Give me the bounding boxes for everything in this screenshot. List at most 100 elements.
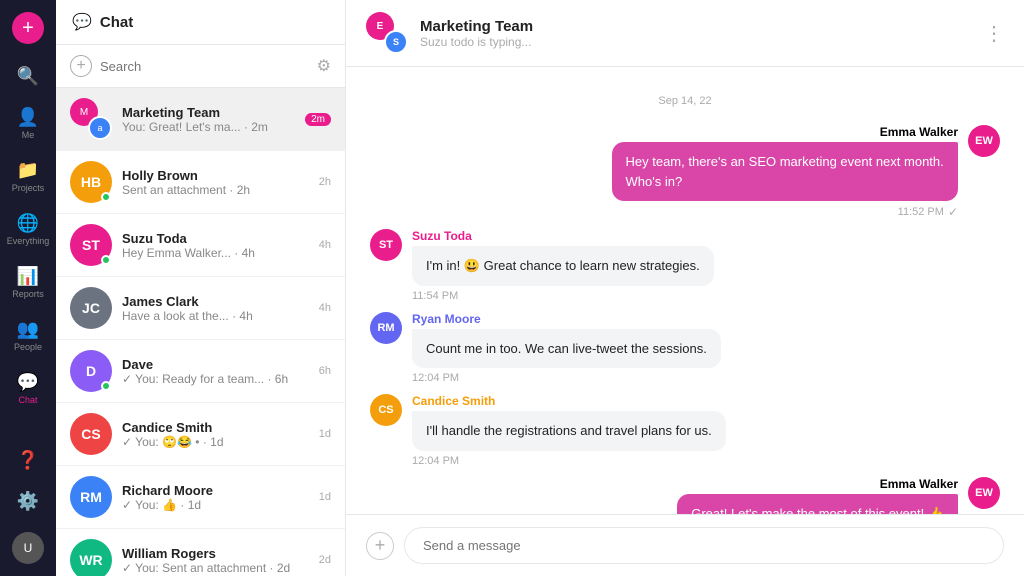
message-time: 12:04 PM — [412, 455, 726, 467]
chat-info: Candice Smith ✓ You: 🙄😂 • · 1d — [122, 420, 309, 449]
new-chat-button[interactable]: + — [70, 55, 92, 77]
chat-meta: 2d — [319, 554, 331, 566]
sidebar-title-text: Chat — [100, 14, 133, 31]
chat-header-info: Marketing Team Suzu todo is typing... — [420, 18, 972, 49]
chat-name: Candice Smith — [122, 420, 309, 435]
chat-list-item[interactable]: JC James Clark Have a look at the... · 4… — [56, 277, 345, 340]
attach-button[interactable]: + — [366, 532, 394, 560]
message-bubble: I'm in! 😃 Great chance to learn new stra… — [412, 246, 714, 286]
chat-preview: Hey Emma Walker... · 4h — [122, 246, 309, 260]
chat-name: William Rogers — [122, 546, 309, 561]
chat-preview: Have a look at the... · 4h — [122, 309, 309, 323]
chat-list-item[interactable]: RM Richard Moore ✓ You: 👍 · 1d 1d — [56, 466, 345, 529]
everything-icon: 🌐 — [17, 213, 39, 234]
chat-meta: 1d — [319, 428, 331, 440]
message-content: Suzu Toda I'm in! 😃 Great chance to lear… — [412, 229, 714, 302]
chat-name: James Clark — [122, 294, 309, 309]
nav-item-help[interactable]: ❓ — [12, 442, 44, 479]
more-options-button[interactable]: ⋮ — [984, 21, 1004, 46]
date-divider: Sep 14, 22 — [370, 95, 1000, 107]
chat-list: M a Marketing Team You: Great! Let's ma.… — [56, 88, 345, 576]
message-input-area: + — [346, 514, 1024, 576]
chat-preview: Sent an attachment · 2h — [122, 183, 309, 197]
nav-item-me[interactable]: 👤 Me — [0, 99, 56, 148]
nav-item-reports[interactable]: 📊 Reports — [0, 258, 56, 307]
chat-header-status: Suzu todo is typing... — [420, 35, 972, 49]
nav-people-label: People — [14, 342, 42, 352]
chat-meta: 4h — [319, 302, 331, 314]
search-bar: + ⚙ — [56, 45, 345, 88]
message-row: EW Emma Walker Hey team, there's an SEO … — [370, 125, 1000, 219]
message-time: 11:54 PM — [412, 290, 714, 302]
chat-info: Richard Moore ✓ You: 👍 · 1d — [122, 483, 309, 512]
message-avatar: RM — [370, 312, 402, 344]
message-bubble: Hey team, there's an SEO marketing event… — [612, 142, 959, 201]
chat-bubble-icon: 💬 — [72, 12, 92, 32]
chat-list-item[interactable]: CS Candice Smith ✓ You: 🙄😂 • · 1d 1d — [56, 403, 345, 466]
read-check-icon: ✓ — [948, 205, 958, 219]
chat-info: Marketing Team You: Great! Let's ma... ·… — [122, 105, 295, 134]
chat-preview: ✓ You: Ready for a team... · 6h — [122, 372, 309, 386]
nav-reports-label: Reports — [12, 289, 44, 299]
chat-meta: 4h — [319, 239, 331, 251]
people-icon: 👥 — [17, 319, 39, 340]
message-bubble: Great! Let's make the most of this event… — [677, 494, 958, 515]
nav-item-everything[interactable]: 🌐 Everything — [0, 205, 56, 254]
nav-item-search[interactable]: 🔍 — [0, 58, 56, 95]
search-icon: 🔍 — [17, 66, 39, 87]
sidebar-header: 💬 Chat — [56, 0, 345, 45]
search-input[interactable] — [100, 59, 309, 74]
message-sender: Emma Walker — [677, 477, 958, 491]
settings-gear-icon[interactable]: ⚙ — [317, 56, 331, 76]
projects-icon: 📁 — [17, 160, 39, 181]
message-input[interactable] — [404, 527, 1004, 564]
chat-preview: ✓ You: Sent an attachment · 2d — [122, 561, 309, 575]
chat-meta: 6h — [319, 365, 331, 377]
nav-item-projects[interactable]: 📁 Projects — [0, 152, 56, 201]
message-bubble: I'll handle the registrations and travel… — [412, 411, 726, 451]
message-row: ST Suzu Toda I'm in! 😃 Great chance to l… — [370, 229, 1000, 302]
chat-sidebar: 💬 Chat + ⚙ M a Marketing Team You: Great… — [56, 0, 346, 576]
message-avatar: EW — [968, 125, 1000, 157]
add-button[interactable]: + — [12, 12, 44, 44]
message-time: 11:52 PM ✓ — [612, 205, 959, 219]
messages-area: Sep 14, 22 EW Emma Walker Hey team, ther… — [346, 67, 1024, 514]
me-icon: 👤 — [17, 107, 39, 128]
settings-icon: ⚙️ — [17, 491, 39, 512]
message-sender: Emma Walker — [612, 125, 959, 139]
message-sender: Candice Smith — [412, 394, 726, 408]
chat-list-item[interactable]: WR William Rogers ✓ You: Sent an attachm… — [56, 529, 345, 576]
message-content: Ryan Moore Count me in too. We can live-… — [412, 312, 721, 385]
chat-list-item[interactable]: ST Suzu Toda Hey Emma Walker... · 4h 4h — [56, 214, 345, 277]
user-avatar[interactable]: U — [12, 532, 44, 564]
chat-header-avatar: E S — [366, 12, 408, 54]
chat-meta: 2h — [319, 176, 331, 188]
chat-meta: 2m — [305, 113, 331, 126]
message-row: RM Ryan Moore Count me in too. We can li… — [370, 312, 1000, 385]
chat-list-item[interactable]: D Dave ✓ You: Ready for a team... · 6h 6… — [56, 340, 345, 403]
nav-item-people[interactable]: 👥 People — [0, 311, 56, 360]
message-content: Emma Walker Hey team, there's an SEO mar… — [612, 125, 959, 219]
nav-everything-label: Everything — [7, 236, 50, 246]
message-avatar: EW — [968, 477, 1000, 509]
nav-item-settings[interactable]: ⚙️ — [12, 483, 44, 520]
nav-item-chat[interactable]: 💬 Chat — [0, 364, 56, 413]
message-bubble: Count me in too. We can live-tweet the s… — [412, 329, 721, 369]
chat-list-item[interactable]: HB Holly Brown Sent an attachment · 2h 2… — [56, 151, 345, 214]
message-content: Emma Walker Great! Let's make the most o… — [677, 477, 958, 515]
chat-preview: ✓ You: 🙄😂 • · 1d — [122, 435, 309, 449]
reports-icon: 📊 — [17, 266, 39, 287]
chat-info: Suzu Toda Hey Emma Walker... · 4h — [122, 231, 309, 260]
chat-info: James Clark Have a look at the... · 4h — [122, 294, 309, 323]
chat-list-item[interactable]: M a Marketing Team You: Great! Let's ma.… — [56, 88, 345, 151]
message-row: CS Candice Smith I'll handle the registr… — [370, 394, 1000, 467]
nav-chat-label: Chat — [18, 395, 37, 405]
chat-name: Suzu Toda — [122, 231, 309, 246]
chat-meta: 1d — [319, 491, 331, 503]
message-time: 12:04 PM — [412, 372, 721, 384]
chat-info: Holly Brown Sent an attachment · 2h — [122, 168, 309, 197]
left-navigation: + 🔍 👤 Me 📁 Projects 🌐 Everything 📊 Repor… — [0, 0, 56, 576]
chat-name: Marketing Team — [122, 105, 295, 120]
message-sender: Ryan Moore — [412, 312, 721, 326]
message-sender: Suzu Toda — [412, 229, 714, 243]
